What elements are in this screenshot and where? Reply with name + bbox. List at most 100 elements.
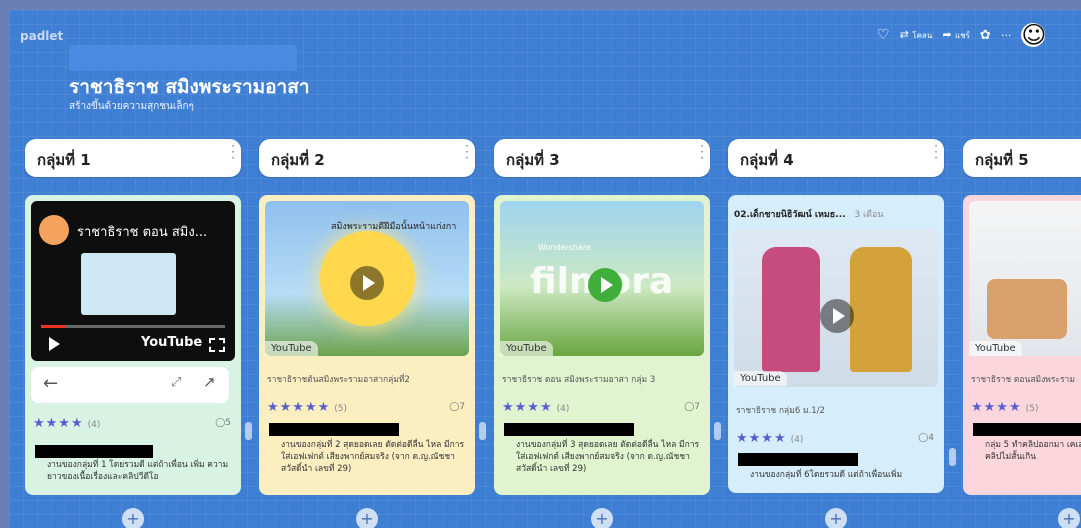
youtube-label: YouTube bbox=[265, 341, 318, 356]
redacted-author bbox=[269, 423, 399, 436]
star-rating[interactable]: ★★★★ (5) bbox=[971, 400, 1038, 415]
youtube-label: YouTube bbox=[734, 371, 787, 386]
comment-count[interactable]: ◯7 bbox=[449, 402, 465, 412]
post-card[interactable]: YouTube ราชาธิราช ตอนสมิงพระราม ★★★★ (5) … bbox=[963, 195, 1081, 495]
media-controls: ← ⤢ ↗ bbox=[31, 367, 229, 403]
add-post-button-1[interactable]: + bbox=[122, 508, 144, 528]
play-icon[interactable] bbox=[820, 299, 854, 333]
progress-bar[interactable] bbox=[41, 325, 225, 328]
play-icon[interactable] bbox=[588, 268, 622, 302]
thumbnail-overlay-text: สมิงพระรามดีฝีมือนั้นหน้าแก่งกา bbox=[331, 222, 457, 232]
video-thumbnail[interactable]: สมิงพระรามดีฝีมือนั้นหน้าแก่งกา bbox=[265, 201, 469, 356]
comment-count[interactable]: ◯4 bbox=[918, 433, 934, 443]
play-icon[interactable] bbox=[49, 337, 60, 351]
more-icon[interactable]: ··· bbox=[1001, 29, 1012, 42]
youtube-embed[interactable]: ราชาธิราช ตอน สมิง... YouTube bbox=[31, 201, 235, 361]
comment-count[interactable]: ◯5 bbox=[215, 418, 231, 428]
share-label: แชร์ bbox=[955, 31, 970, 40]
column-menu-icon[interactable]: · · · bbox=[231, 140, 235, 164]
open-external-icon[interactable]: ↗ bbox=[203, 373, 216, 391]
character-right bbox=[850, 247, 912, 372]
remake-button[interactable]: ⇄ โคลน bbox=[900, 28, 933, 42]
pinned-post-header: 02.เด็กชายนิธิวัฒน์ เหมธ... 3 เดือน bbox=[734, 207, 938, 221]
column-title: กลุ่มที่ 5 bbox=[975, 151, 1029, 169]
star-rating[interactable]: ★★★★ (4) bbox=[33, 416, 100, 431]
column-header[interactable]: กลุ่มที่ 2 · · · bbox=[259, 139, 475, 177]
column-scroll-handle[interactable] bbox=[949, 448, 956, 466]
youtube-label: YouTube bbox=[500, 341, 553, 356]
expand-icon[interactable]: ⤢ bbox=[171, 375, 181, 390]
page-title: ราชาธิราช สมิงพระรามอาสา bbox=[69, 76, 310, 98]
rating-count: (4) bbox=[790, 435, 804, 445]
youtube-label: YouTube bbox=[969, 341, 1022, 356]
post-caption: ราชาธิราช ตอน สมิงพระรามอาสา กลุ่ม 3 bbox=[502, 375, 656, 385]
avatar[interactable]: ☺ bbox=[1021, 23, 1046, 47]
post-card[interactable]: สมิงพระรามดีฝีมือนั้นหน้าแก่งกา YouTube … bbox=[259, 195, 475, 495]
star-rating[interactable]: ★★★★ (4) bbox=[502, 400, 569, 415]
post-card[interactable]: 02.เด็กชายนิธิวัฒน์ เหมธ... 3 เดือน YouT… bbox=[728, 195, 944, 493]
comment-text: งานของกลุ่มที่ 3 สุดยอดเลย ตัดต่อดีลื่น … bbox=[516, 440, 700, 474]
rating-count: (4) bbox=[87, 420, 101, 430]
column-menu-icon[interactable]: · · · bbox=[465, 140, 469, 164]
rating-count: (5) bbox=[334, 404, 348, 414]
gear-icon[interactable]: ✿ bbox=[980, 28, 991, 43]
back-arrow-icon[interactable]: ← bbox=[43, 373, 58, 394]
padlet-logo[interactable]: padlet bbox=[20, 26, 63, 46]
add-post-button-2[interactable]: + bbox=[356, 508, 378, 528]
column-header[interactable]: กลุ่มที่ 1 · · · bbox=[25, 139, 241, 177]
add-post-button-3[interactable]: + bbox=[591, 508, 613, 528]
comment-count[interactable]: ◯7 bbox=[684, 402, 700, 412]
remake-icon: ⇄ bbox=[899, 28, 909, 41]
youtube-logo[interactable]: YouTube bbox=[141, 335, 202, 350]
column-title: กลุ่มที่ 1 bbox=[37, 151, 91, 169]
video-thumbnail[interactable] bbox=[969, 201, 1081, 356]
redacted-author bbox=[973, 423, 1081, 436]
column-header[interactable]: กลุ่มที่ 3 · · · bbox=[494, 139, 710, 177]
heart-icon[interactable]: ♡ bbox=[877, 27, 890, 43]
column-scroll-handle[interactable] bbox=[479, 422, 486, 440]
post-card[interactable]: ราชาธิราช ตอน สมิง... YouTube ← ⤢ ↗ ★★★★… bbox=[25, 195, 241, 495]
add-post-button-5[interactable]: + bbox=[1058, 508, 1080, 528]
header-blurred-area bbox=[69, 45, 297, 71]
rating-count: (4) bbox=[556, 404, 570, 414]
add-post-button-4[interactable]: + bbox=[825, 508, 847, 528]
fullscreen-icon[interactable] bbox=[209, 338, 225, 352]
video-title: ราชาธิราช ตอน สมิง... bbox=[77, 225, 208, 240]
comment-text: กลุ่ม 5 ทำคลิปออกมา เคเลย มีภาพประกอบ สม… bbox=[985, 440, 1081, 462]
comment-text: งานของกลุ่มที่ 1 โดยรวมดี แต่ถ้าเพื่อน เ… bbox=[47, 460, 229, 482]
post-card[interactable]: Wondershare filmora YouTube ราชาธิราช ตอ… bbox=[494, 195, 710, 495]
column-menu-icon[interactable]: · · · bbox=[934, 140, 938, 164]
characters-graphic bbox=[987, 279, 1067, 339]
redacted-author bbox=[738, 453, 858, 466]
share-button[interactable]: ➦ แชร์ bbox=[942, 28, 970, 42]
video-preview bbox=[81, 253, 176, 315]
share-icon: ➦ bbox=[942, 28, 952, 41]
column-menu-icon[interactable]: · · · bbox=[700, 140, 704, 164]
star-rating[interactable]: ★★★★★ (5) bbox=[267, 400, 347, 415]
character-left bbox=[762, 247, 820, 372]
wondershare-label: Wondershare bbox=[538, 243, 591, 252]
column-scroll-handle[interactable] bbox=[245, 422, 252, 440]
post-caption: ราชาธิราชต้นสมิงพระรามอาสากลุ่มที่2 bbox=[267, 375, 410, 385]
post-caption: ราชาธิราช ตอนสมิงพระราม bbox=[971, 375, 1075, 385]
page-subtitle: สร้างขึ้นด้วยความสุกชนเล็กๆ bbox=[69, 101, 194, 112]
redacted-author bbox=[35, 445, 153, 458]
play-icon[interactable] bbox=[350, 266, 384, 300]
column-header[interactable]: กลุ่มที่ 5 bbox=[963, 139, 1081, 177]
padlet-board: padlet ♡ ⇄ โคลน ➦ แชร์ ✿ ··· ☺ ราชาธิราช… bbox=[9, 10, 1081, 528]
column-title: กลุ่มที่ 2 bbox=[271, 151, 325, 169]
pinned-author: 02.เด็กชายนิธิวัฒน์ เหมธ... bbox=[734, 210, 846, 220]
video-thumbnail[interactable]: Wondershare filmora bbox=[500, 201, 704, 356]
column-header[interactable]: กลุ่มที่ 4 · · · bbox=[728, 139, 944, 177]
comment-text: งานของกลุ่มที่ 6โดยรวมดี แต่ถ้าเพื่อนเพิ… bbox=[750, 470, 903, 480]
star-rating[interactable]: ★★★★ (4) bbox=[736, 431, 803, 446]
remake-label: โคลน bbox=[912, 31, 933, 40]
column-title: กลุ่มที่ 3 bbox=[506, 151, 560, 169]
column-scroll-handle[interactable] bbox=[714, 422, 721, 440]
redacted-author bbox=[504, 423, 634, 436]
column-title: กลุ่มที่ 4 bbox=[740, 151, 794, 169]
pinned-time: 3 เดือน bbox=[854, 210, 884, 220]
video-thumbnail[interactable] bbox=[734, 229, 938, 387]
comment-text: งานของกลุ่มที่ 2 สุดยอดเลย ตัดต่อดีลื่น … bbox=[281, 440, 465, 474]
post-caption: ราชาธิราช กลุ่ม6 ม.1/2 bbox=[736, 406, 825, 416]
